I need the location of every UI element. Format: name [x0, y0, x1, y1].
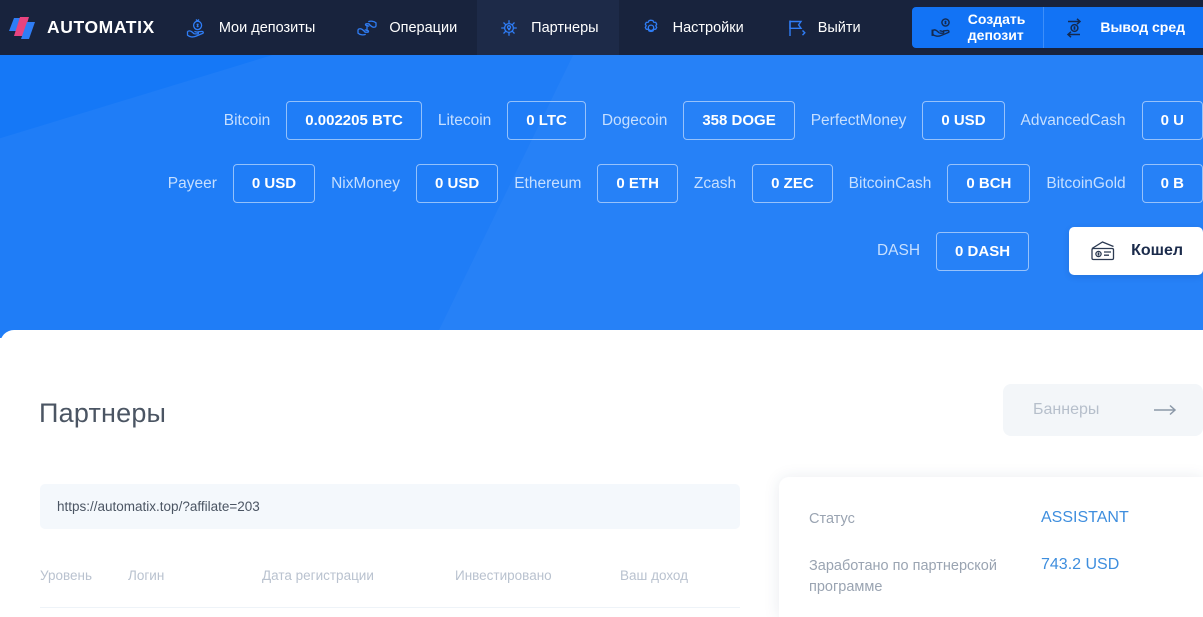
- cta-line-1: Создать: [967, 10, 1026, 27]
- balance-bitcoincash: BitcoinCash 0 BCH: [833, 164, 1031, 203]
- balance-value[interactable]: 0 BCH: [947, 164, 1031, 203]
- app-root: AUTOMATIX Мои депозиты Операции Партнеры…: [0, 0, 1203, 617]
- balance-name: Dogecoin: [601, 111, 668, 129]
- balance-row: Payeer 0 USD NixMoney 0 USD Ethereum 0 E…: [0, 164, 1203, 203]
- network-users-icon: [501, 19, 517, 36]
- balance-dash: DASH 0 DASH: [861, 231, 1030, 271]
- page-title: Партнеры: [39, 398, 167, 428]
- nav-item-settings[interactable]: Настройки: [619, 0, 764, 55]
- balance-name: Zcash: [693, 174, 737, 192]
- balance-name: PerfectMoney: [810, 111, 907, 129]
- hand-money-bag-icon: [186, 18, 204, 38]
- summary-label: Статус: [809, 511, 855, 527]
- balance-value[interactable]: 0 USD: [922, 101, 1005, 140]
- withdraw-funds-button[interactable]: Вывод сред: [1043, 7, 1203, 48]
- balance-name: BitcoinCash: [848, 174, 932, 192]
- balance-advancedcash: AdvancedCash 0 U: [1005, 101, 1203, 140]
- flag-exit-icon: [789, 20, 806, 36]
- column-header-your-income: Ваш доход: [620, 568, 689, 583]
- column-header-level: Уровень: [40, 568, 93, 583]
- nav-label: Партнеры: [531, 19, 599, 36]
- partners-table-header: Уровень Логин Дата регистрации Инвестиро…: [40, 568, 740, 608]
- wallet-button[interactable]: Кошел: [1069, 227, 1203, 275]
- balance-value[interactable]: 0 DASH: [936, 231, 1030, 271]
- balance-nixmoney: NixMoney 0 USD: [315, 164, 499, 203]
- nav-label: Мои депозиты: [218, 19, 316, 36]
- balance-value[interactable]: 0 USD: [416, 164, 499, 203]
- column-header-reg-date: Дата регистрации: [262, 568, 374, 583]
- balance-value[interactable]: 358 DOGE: [683, 101, 795, 140]
- arrow-right-icon: [1154, 404, 1177, 416]
- main-content: Партнеры Баннеры https://automatix.top/?…: [0, 330, 1203, 617]
- brand-name: AUTOMATIX: [47, 17, 155, 37]
- nav-label: Настройки: [672, 19, 744, 36]
- balance-value[interactable]: 0 ZEC: [752, 164, 833, 203]
- hand-coin-icon: [931, 17, 950, 37]
- balance-bitcoin: Bitcoin 0.002205 BTC: [208, 101, 422, 140]
- gear-icon: [644, 19, 658, 32]
- balance-name: Ethereum: [514, 174, 582, 192]
- affiliate-summary-card: Статус ASSISTANT Заработано по партнерск…: [779, 477, 1203, 617]
- balance-value[interactable]: 0.002205 BTC: [286, 101, 422, 140]
- automatix-logo-icon: [9, 16, 35, 39]
- nav-label: Выйти: [817, 19, 861, 36]
- balance-rows: Bitcoin 0.002205 BTC Litecoin 0 LTC Doge…: [0, 55, 1203, 275]
- balance-dogecoin: Dogecoin 358 DOGE: [586, 101, 795, 140]
- create-deposit-button[interactable]: Создать депозит: [911, 7, 1044, 48]
- column-header-login: Логин: [128, 568, 165, 583]
- status-badge: ASSISTANT: [1041, 509, 1129, 526]
- top-navigation-bar: AUTOMATIX Мои депозиты Операции Партнеры…: [0, 0, 1203, 55]
- create-deposit-label: Создать депозит: [967, 10, 1026, 43]
- nav-items: Мои депозиты Операции Партнеры Настройки…: [165, 0, 881, 55]
- earned-amount: 743.2 USD: [1041, 556, 1120, 574]
- brand-logo[interactable]: AUTOMATIX: [0, 0, 165, 55]
- balance-payeer: Payeer 0 USD: [152, 164, 316, 203]
- balance-name: BitcoinGold: [1046, 174, 1126, 192]
- balance-litecoin: Litecoin 0 LTC: [422, 101, 586, 140]
- column-header-invested: Инвестировано: [455, 568, 552, 583]
- money-exchange-icon: [357, 20, 377, 35]
- banners-button-label: Баннеры: [1033, 401, 1100, 418]
- cta-line-2: депозит: [967, 26, 1024, 43]
- balance-row: Bitcoin 0.002205 BTC Litecoin 0 LTC Doge…: [0, 101, 1203, 140]
- balance-row: DASH 0 DASH Кошел: [0, 227, 1203, 275]
- nav-item-operations[interactable]: Операции: [335, 0, 477, 55]
- referral-link-field[interactable]: https://automatix.top/?affilate=203: [40, 484, 740, 529]
- balance-name: Payeer: [167, 174, 217, 192]
- balance-zcash: Zcash 0 ZEC: [678, 164, 833, 203]
- balance-name: Litecoin: [437, 111, 492, 129]
- summary-label: Заработано по партнерской программе: [809, 558, 997, 596]
- balance-value[interactable]: 0 USD: [232, 164, 316, 203]
- withdraw-arrows-icon: [1067, 17, 1082, 38]
- balance-perfectmoney: PerfectMoney 0 USD: [795, 101, 1005, 140]
- banners-button[interactable]: Баннеры: [1003, 384, 1203, 436]
- nav-label: Операции: [389, 19, 458, 36]
- wallet-cash-icon: [1091, 241, 1115, 261]
- balance-value[interactable]: 0 B: [1141, 164, 1203, 203]
- summary-row-status: Статус ASSISTANT: [809, 509, 1203, 530]
- balance-name: NixMoney: [331, 174, 401, 192]
- wallet-button-label: Кошел: [1131, 242, 1183, 259]
- balance-name: AdvancedCash: [1020, 111, 1126, 129]
- balance-value[interactable]: 0 ETH: [597, 164, 678, 203]
- balances-banner: Bitcoin 0.002205 BTC Litecoin 0 LTC Doge…: [0, 55, 1203, 338]
- balance-name: DASH: [876, 242, 921, 259]
- balance-value[interactable]: 0 LTC: [507, 101, 586, 140]
- withdraw-funds-label: Вывод сред: [1100, 18, 1185, 35]
- nav-item-my-deposits[interactable]: Мои депозиты: [165, 0, 336, 55]
- nav-item-partners[interactable]: Партнеры: [477, 0, 619, 55]
- summary-row-earned: Заработано по партнерской программе 743.…: [809, 556, 1203, 598]
- balance-bitcoingold: BitcoinGold 0 B: [1030, 164, 1203, 203]
- balance-ethereum: Ethereum 0 ETH: [498, 164, 678, 203]
- balance-value[interactable]: 0 U: [1141, 101, 1203, 140]
- referral-link-value: https://automatix.top/?affilate=203: [57, 499, 260, 514]
- header-cta-group: Создать депозит Вывод сред: [911, 7, 1203, 48]
- nav-item-logout[interactable]: Выйти: [764, 0, 881, 55]
- balance-name: Bitcoin: [223, 111, 271, 129]
